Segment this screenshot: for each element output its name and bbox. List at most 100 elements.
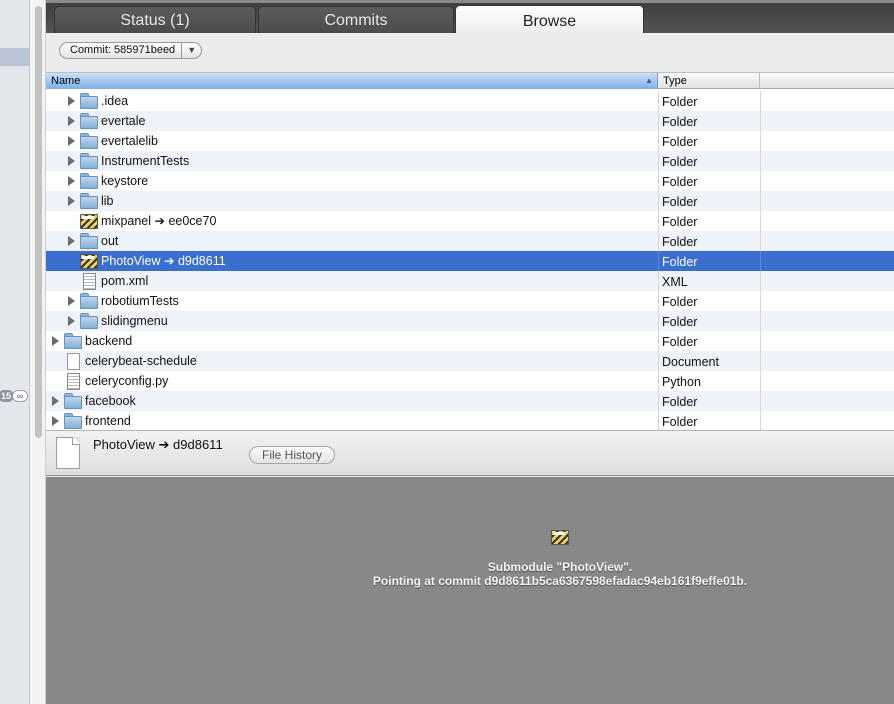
disclosure-triangle-icon[interactable] xyxy=(52,396,59,406)
folder-icon xyxy=(80,93,98,109)
file-name: frontend xyxy=(85,414,131,428)
file-type: Python xyxy=(662,375,701,389)
file-name: celeryconfig.py xyxy=(85,374,169,388)
file-icon xyxy=(56,437,80,469)
file-type: Folder xyxy=(662,315,698,329)
file-type: Folder xyxy=(662,395,698,409)
folder-icon xyxy=(80,293,98,309)
tab-browse[interactable]: Browse xyxy=(455,5,644,36)
column-divider xyxy=(658,131,659,151)
code-file-icon xyxy=(64,373,81,390)
disclosure-triangle-icon[interactable] xyxy=(68,296,75,306)
selected-file-name: PhotoView ➔ d9d8611 xyxy=(93,437,223,452)
column-divider xyxy=(760,411,761,430)
table-row[interactable]: robotiumTests Folder xyxy=(46,291,894,311)
sidebar-scrollbar-thumb[interactable] xyxy=(35,6,42,438)
file-name: facebook xyxy=(85,394,136,408)
table-row[interactable]: mixpanel ➔ ee0ce70 Folder xyxy=(46,211,894,231)
file-history-button[interactable]: File History xyxy=(249,446,336,464)
file-type: Folder xyxy=(662,255,698,269)
file-type: Folder xyxy=(662,215,698,229)
file-name: robotiumTests xyxy=(101,294,179,308)
table-row[interactable]: evertale Folder xyxy=(46,111,894,131)
disclosure-triangle-icon[interactable] xyxy=(68,316,75,326)
table-row[interactable]: InstrumentTests Folder xyxy=(46,151,894,171)
disclosure-triangle-icon[interactable] xyxy=(68,136,75,146)
tab-status[interactable]: Status (1) xyxy=(54,6,256,36)
file-type: XML xyxy=(662,275,688,289)
sidebar-selected-item[interactable] xyxy=(0,48,30,66)
tab-commits[interactable]: Commits xyxy=(258,6,454,36)
file-type: Folder xyxy=(662,155,698,169)
column-header-type[interactable]: Type xyxy=(659,73,760,89)
disclosure-triangle-icon[interactable] xyxy=(68,176,75,186)
column-divider xyxy=(760,151,761,171)
file-type: Document xyxy=(662,355,719,369)
column-divider xyxy=(760,391,761,411)
table-row[interactable]: celeryconfig.py Python xyxy=(46,371,894,391)
table-row[interactable]: slidingmenu Folder xyxy=(46,311,894,331)
folder-icon xyxy=(80,193,98,209)
folder-icon xyxy=(80,173,98,189)
disclosure-triangle-icon[interactable] xyxy=(68,116,75,126)
table-row[interactable]: pom.xml XML xyxy=(46,271,894,291)
table-row[interactable]: backend Folder xyxy=(46,331,894,351)
table-row[interactable]: evertalelib Folder xyxy=(46,131,894,151)
file-name: celerybeat-schedule xyxy=(85,354,197,368)
table-row[interactable]: lib Folder xyxy=(46,191,894,211)
column-divider xyxy=(658,91,659,111)
column-divider xyxy=(760,271,761,291)
submodule-icon xyxy=(80,253,98,269)
table-row[interactable]: facebook Folder xyxy=(46,391,894,411)
file-info-bar: PhotoView ➔ d9d8611 File History xyxy=(46,430,894,476)
table-header: Name ▲ Type xyxy=(46,73,894,89)
column-divider xyxy=(658,331,659,351)
column-divider xyxy=(658,151,659,171)
table-row[interactable]: keystore Folder xyxy=(46,171,894,191)
column-divider xyxy=(658,211,659,231)
column-divider xyxy=(760,351,761,371)
file-name: .idea xyxy=(101,94,129,108)
table-row-selected[interactable]: PhotoView ➔ d9d8611 Folder xyxy=(46,251,894,271)
column-divider xyxy=(760,211,761,231)
triangle-down-icon[interactable]: ▼ xyxy=(181,43,201,58)
column-header-name[interactable]: Name ▲ xyxy=(46,73,658,89)
table-row[interactable]: celerybeat-schedule Document xyxy=(46,351,894,371)
code-file-icon xyxy=(80,273,97,290)
disclosure-triangle-icon[interactable] xyxy=(68,156,75,166)
main-panel: Status (1) Commits Browse Commit: 585971… xyxy=(46,0,894,704)
commit-selector[interactable]: Commit: 585971beed ▼ xyxy=(59,42,203,59)
file-type: Folder xyxy=(662,175,698,189)
table-row[interactable]: out Folder xyxy=(46,231,894,251)
column-divider xyxy=(760,171,761,191)
folder-icon xyxy=(80,313,98,329)
column-divider xyxy=(760,371,761,391)
disclosure-triangle-icon[interactable] xyxy=(52,336,59,346)
column-divider xyxy=(658,111,659,131)
column-divider xyxy=(760,111,761,131)
file-browser-table: Name ▲ Type .idea Folder evertale Folder eve… xyxy=(46,73,894,430)
column-divider xyxy=(658,251,659,271)
table-row[interactable]: .idea Folder xyxy=(46,91,894,111)
file-name: keystore xyxy=(101,174,149,188)
column-divider xyxy=(760,131,761,151)
disclosure-triangle-icon[interactable] xyxy=(52,416,59,426)
file-name: InstrumentTests xyxy=(101,154,190,168)
column-divider xyxy=(760,191,761,211)
file-name: out xyxy=(101,234,119,248)
sort-ascending-icon: ▲ xyxy=(645,76,653,85)
disclosure-triangle-icon[interactable] xyxy=(68,236,75,246)
column-divider xyxy=(658,291,659,311)
column-divider xyxy=(658,311,659,331)
disclosure-triangle-icon[interactable] xyxy=(68,196,75,206)
file-type: Folder xyxy=(662,195,698,209)
submodule-icon xyxy=(551,529,569,545)
disclosure-triangle-icon[interactable] xyxy=(68,96,75,106)
infinity-badge: ∞ xyxy=(12,390,28,402)
folder-icon xyxy=(80,133,98,149)
column-divider xyxy=(658,351,659,371)
submodule-icon xyxy=(80,213,98,229)
column-divider xyxy=(658,391,659,411)
folder-icon xyxy=(80,113,98,129)
table-row[interactable]: frontend Folder xyxy=(46,411,894,430)
